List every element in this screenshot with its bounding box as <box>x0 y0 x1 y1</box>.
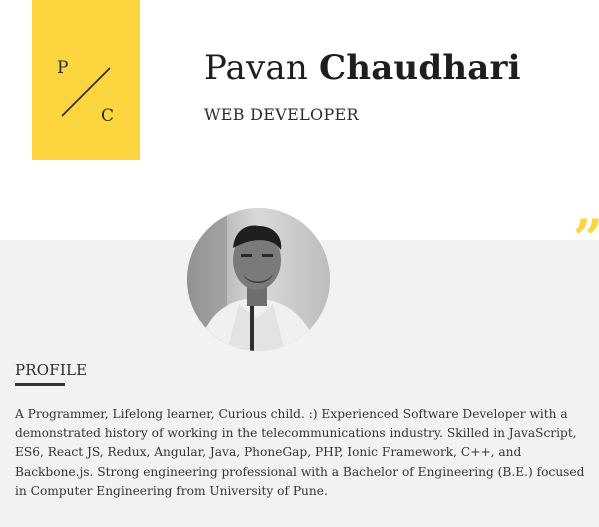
profile-heading: PROFILE <box>15 361 88 379</box>
person-name: Pavan Chaudhari <box>204 48 521 88</box>
logo: P C <box>32 0 140 160</box>
quote-mark-icon: ” <box>573 214 599 266</box>
profile-heading-underline <box>15 383 65 386</box>
job-title: WEB DEVELOPER <box>204 105 359 124</box>
profile-description: A Programmer, Lifelong learner, Curious … <box>15 407 585 498</box>
logo-letter-c: C <box>101 106 115 126</box>
first-name: Pavan <box>204 48 308 88</box>
last-name: Chaudhari <box>319 48 521 88</box>
avatar <box>187 208 330 351</box>
avatar-photo <box>187 208 330 351</box>
